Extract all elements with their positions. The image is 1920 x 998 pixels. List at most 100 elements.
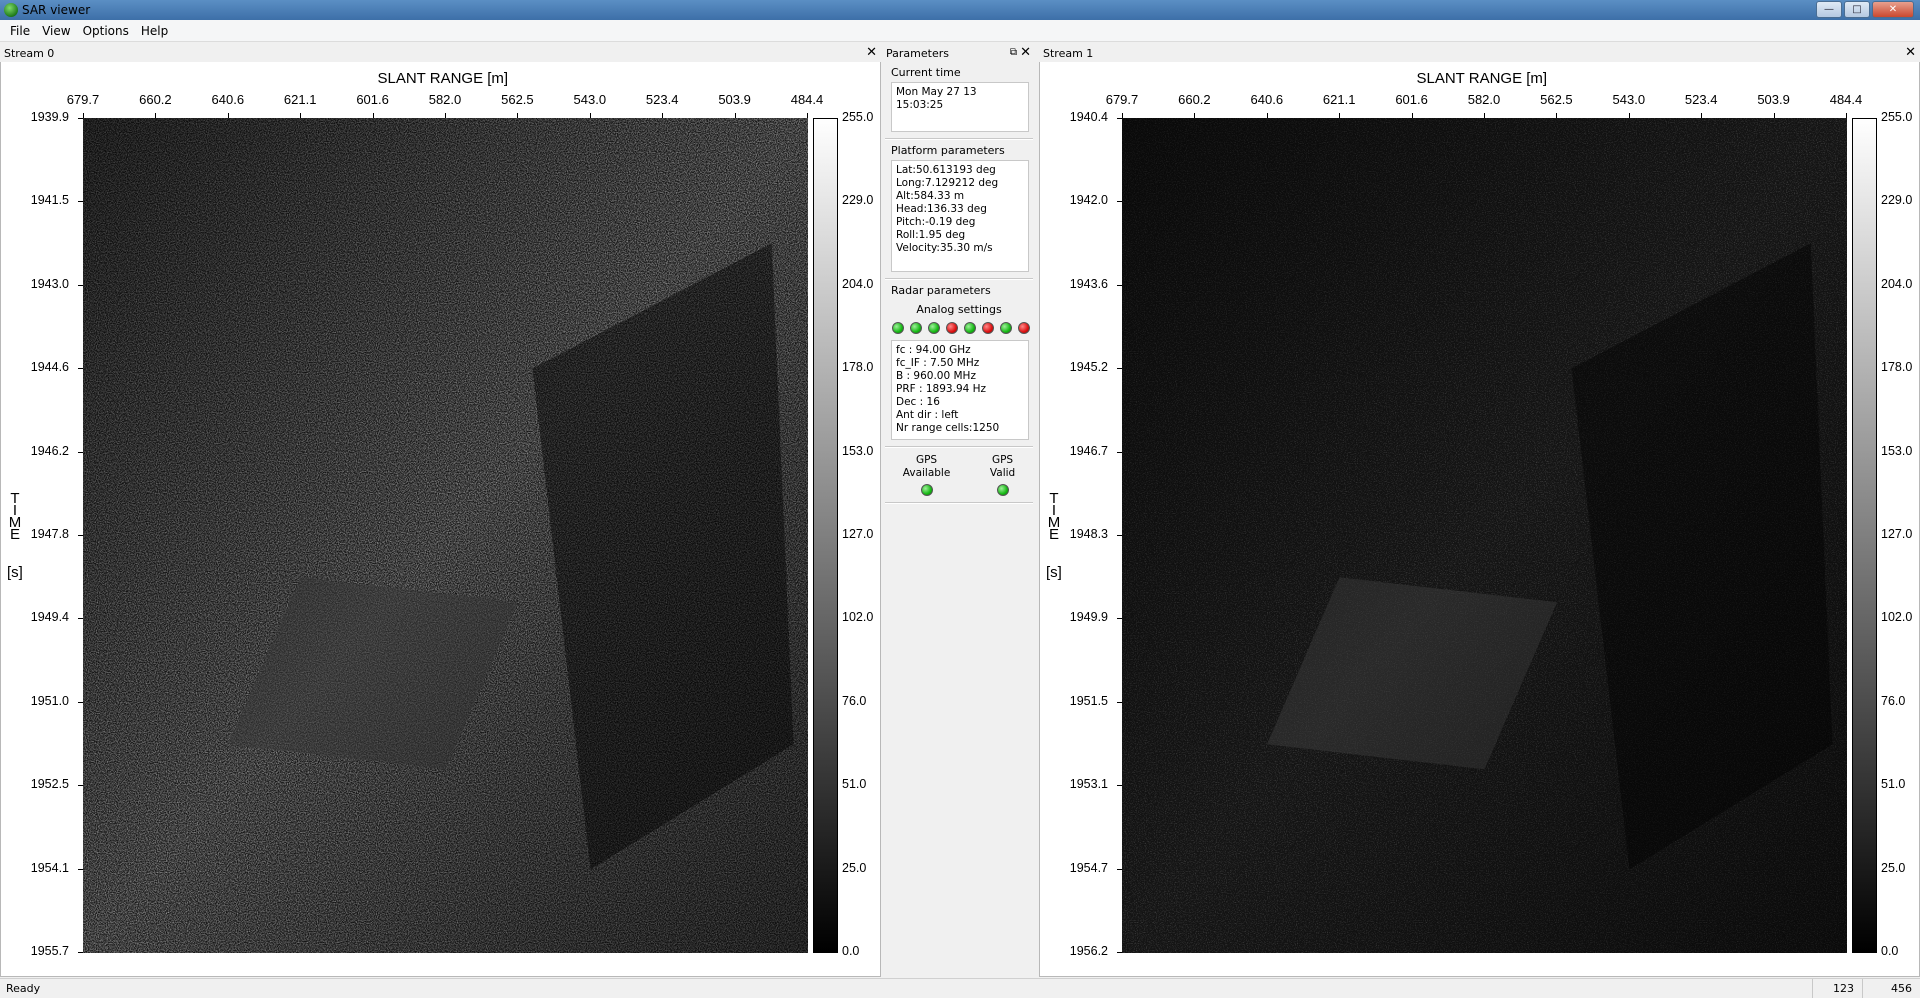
stream1-x-axis-label: SLANT RANGE [m] bbox=[1416, 70, 1548, 87]
stream1-y-tick: 1954.7 bbox=[1069, 860, 1108, 875]
stream1-x-tick: 543.0 bbox=[1612, 92, 1646, 107]
analog-led-5-icon bbox=[964, 322, 976, 334]
menu-options[interactable]: Options bbox=[77, 24, 135, 38]
stream0-y-tick: 1951.0 bbox=[30, 693, 69, 708]
radar-fc: fc : 94.00 GHz bbox=[896, 344, 971, 356]
stream1-y-tick: 1953.1 bbox=[1069, 777, 1108, 792]
stream0-colorbar-tick: 255.0 bbox=[842, 110, 874, 124]
stream1-colorbar-tick: 25.0 bbox=[1881, 860, 1906, 875]
stream1-x-tick: 679.7 bbox=[1105, 92, 1139, 107]
gps-valid-led-icon bbox=[996, 484, 1009, 496]
stream0-colorbar-tick: 204.0 bbox=[842, 276, 874, 291]
stream0-sar-image[interactable] bbox=[83, 118, 808, 953]
stream0-colorbar-tick: 127.0 bbox=[842, 527, 874, 541]
stream1-x-tick: 660.2 bbox=[1178, 92, 1211, 107]
platform-pitch: Pitch:-0.19 deg bbox=[896, 216, 976, 228]
close-window-button[interactable]: ✕ bbox=[1872, 1, 1914, 18]
stream1-colorbar-tick: 153.0 bbox=[1881, 443, 1913, 458]
stream0-header: Stream 0 ✕ bbox=[0, 45, 881, 62]
stream0-colorbar-tick: 153.0 bbox=[842, 443, 874, 458]
stream1-panel: Stream 1 ✕ SLANT RANGE [m] 679.7 660.2 640.… bbox=[1039, 45, 1920, 977]
status-cell-1: 123 bbox=[1812, 979, 1862, 998]
stream1-y-tick: 1948.3 bbox=[1069, 527, 1108, 541]
stream1-close-icon[interactable]: ✕ bbox=[1905, 45, 1916, 61]
radar-dec: Dec : 16 bbox=[896, 396, 940, 408]
stream1-colorbar-tick: 127.0 bbox=[1881, 527, 1913, 541]
separator bbox=[885, 138, 1033, 140]
stream0-colorbar-tick: 0.0 bbox=[842, 944, 860, 958]
stream0-y-axis-label: TIME bbox=[8, 490, 22, 543]
stream1-colorbar bbox=[1852, 118, 1877, 953]
stream1-colorbar-tick: 0.0 bbox=[1881, 944, 1899, 958]
stream0-close-icon[interactable]: ✕ bbox=[866, 45, 877, 61]
stream1-y-tick: 1946.7 bbox=[1069, 443, 1108, 458]
stream1-y-tick: 1949.9 bbox=[1069, 610, 1108, 625]
current-time-label: Current time bbox=[891, 66, 961, 79]
stream0-y-tick: 1952.5 bbox=[30, 777, 69, 792]
stream1-y-tick: 1943.6 bbox=[1069, 276, 1108, 291]
menu-help[interactable]: Help bbox=[135, 24, 174, 38]
stream0-colorbar-tick: 229.0 bbox=[842, 193, 874, 208]
stream1-y-tick: 1942.0 bbox=[1069, 193, 1108, 208]
gps-available: GPS Available bbox=[902, 454, 951, 496]
stream0-x-tick: 601.6 bbox=[356, 92, 389, 107]
stream1-x-tick: 640.6 bbox=[1250, 92, 1284, 107]
analog-led-1-icon bbox=[892, 322, 904, 334]
stream0-x-tick: 543.0 bbox=[573, 92, 607, 107]
parameters-close-icon[interactable]: ✕ bbox=[1020, 45, 1031, 61]
gps-available-label-2: Available bbox=[902, 467, 951, 479]
stream0-y-tick: 1954.1 bbox=[30, 860, 69, 875]
stream0-y-tick: 1955.7 bbox=[30, 944, 69, 958]
stream0-x-tick: 523.4 bbox=[645, 92, 679, 107]
stream0-y-tick: 1943.0 bbox=[30, 276, 69, 291]
stream0-x-tick: 660.2 bbox=[139, 92, 172, 107]
radar-prf: PRF : 1893.94 Hz bbox=[896, 383, 987, 395]
radar-bandwidth: B : 960.00 MHz bbox=[896, 370, 976, 382]
current-time-box: Mon May 27 13 15:03:25 bbox=[891, 82, 1029, 132]
stream1-colorbar-tick: 102.0 bbox=[1881, 610, 1913, 625]
stream0-colorbar-tick: 102.0 bbox=[842, 610, 874, 625]
radar-range-cells: Nr range cells:1250 bbox=[896, 422, 1000, 434]
stream1-colorbar-tick: 51.0 bbox=[1881, 777, 1906, 792]
stream1-sar-image[interactable] bbox=[1122, 118, 1847, 953]
minimize-button[interactable]: — bbox=[1816, 1, 1842, 18]
radar-ant-dir: Ant dir : left bbox=[896, 409, 959, 421]
stream0-x-tick: 582.0 bbox=[428, 92, 462, 107]
platform-parameters-label: Platform parameters bbox=[891, 144, 1005, 157]
platform-velocity: Velocity:35.30 m/s bbox=[896, 242, 993, 254]
stream0-x-tick: 621.1 bbox=[283, 92, 317, 107]
menu-view[interactable]: View bbox=[36, 24, 76, 38]
platform-lat: Lat:50.613193 deg bbox=[896, 164, 996, 176]
stream0-x-tick: 640.6 bbox=[211, 92, 245, 107]
platform-long: Long:7.129212 deg bbox=[896, 177, 999, 189]
current-time-date: Mon May 27 13 bbox=[896, 86, 977, 98]
status-cell-2: 456 bbox=[1862, 979, 1920, 998]
current-time-clock: 15:03:25 bbox=[896, 99, 944, 111]
float-panel-icon[interactable]: ⧉ bbox=[1010, 45, 1017, 61]
stream1-title: Stream 1 bbox=[1043, 47, 1094, 60]
stream1-x-tick: 523.4 bbox=[1684, 92, 1718, 107]
stream0-colorbar-tick: 76.0 bbox=[842, 693, 867, 708]
stream1-y-tick: 1956.2 bbox=[1069, 944, 1108, 958]
analog-led-3-icon bbox=[928, 322, 940, 334]
analog-led-8-icon bbox=[1018, 322, 1030, 334]
analog-led-4-icon bbox=[946, 322, 958, 334]
separator bbox=[885, 446, 1033, 448]
stream1-x-tick: 601.6 bbox=[1395, 92, 1428, 107]
stream0-colorbar-tick: 51.0 bbox=[842, 777, 867, 792]
gps-valid: GPS Valid bbox=[990, 454, 1015, 496]
window-title: SAR viewer bbox=[22, 3, 91, 17]
stream0-y-tick: 1939.9 bbox=[30, 110, 69, 124]
maximize-button[interactable]: □ bbox=[1844, 1, 1870, 18]
stream0-y-tick: 1946.2 bbox=[30, 443, 69, 458]
analog-led-2-icon bbox=[910, 322, 922, 334]
stream0-x-tick: 484.4 bbox=[790, 92, 824, 107]
stream1-x-tick: 582.0 bbox=[1467, 92, 1501, 107]
menu-file[interactable]: File bbox=[4, 24, 36, 38]
stream1-x-tick: 503.9 bbox=[1757, 92, 1790, 107]
menu-bar: File View Options Help bbox=[0, 20, 1920, 42]
sar-app-icon bbox=[4, 3, 18, 17]
stream1-y-tick: 1951.5 bbox=[1069, 693, 1108, 708]
stream1-y-tick: 1940.4 bbox=[1069, 110, 1108, 124]
stream1-y-tick: 1945.2 bbox=[1069, 360, 1108, 375]
